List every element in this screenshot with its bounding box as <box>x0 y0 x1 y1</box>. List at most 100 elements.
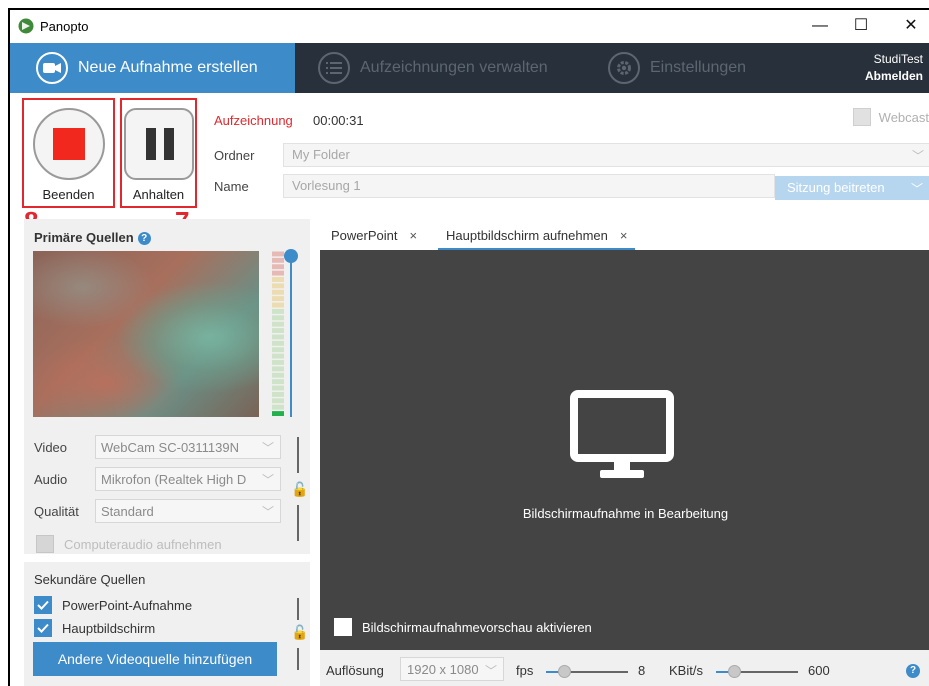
kbit-slider-track[interactable] <box>734 671 798 673</box>
add-video-source-button[interactable]: Andere Videoquelle hinzufügen <box>33 642 277 676</box>
title-bar: Panopto — ☐ ✕ <box>10 10 929 42</box>
audio-level-meter <box>272 251 284 416</box>
join-session-button[interactable]: Sitzung beitreten ﹀ <box>775 176 929 200</box>
nav-bar: Neue Aufnahme erstellen Aufzeichnungen v… <box>10 43 929 93</box>
app-title: Panopto <box>40 19 89 34</box>
webcast-checkbox[interactable] <box>852 108 871 126</box>
fps-slider-track[interactable] <box>564 671 628 673</box>
meter-cell <box>272 308 284 314</box>
meter-cell <box>272 411 284 416</box>
meter-cell <box>272 289 284 295</box>
join-session-label: Sitzung beitreten <box>787 180 885 195</box>
folder-select[interactable]: My Folder ﹀ <box>283 143 929 167</box>
capture-status: Bildschirmaufnahme in Bearbeitung <box>522 506 729 521</box>
meter-cell <box>272 372 284 378</box>
pause-label: Anhalten <box>132 187 185 202</box>
minimize-button[interactable]: — <box>805 14 835 38</box>
meter-cell <box>272 366 284 372</box>
capture-preview-toggle[interactable]: Bildschirmaufnahmevorschau aktivieren <box>334 618 592 636</box>
tab-close-icon[interactable]: × <box>409 228 417 243</box>
audio-gain-slider-track[interactable] <box>290 255 292 417</box>
help-icon[interactable]: ? <box>137 232 151 246</box>
link-line-top <box>297 598 299 620</box>
fps-value: 8 <box>638 663 646 678</box>
tab-label: PowerPoint <box>331 228 398 243</box>
capture-preview-label: Bildschirmaufnahmevorschau aktivieren <box>362 619 592 635</box>
maximize-button[interactable]: ☐ <box>846 14 876 38</box>
user-block: StudiTest Abmelden <box>865 51 923 85</box>
meter-cell <box>272 385 284 391</box>
chevron-down-icon: ﹀ <box>910 182 923 196</box>
checkmark-icon[interactable] <box>34 619 52 637</box>
lock-icon[interactable]: 🔓 <box>291 481 308 498</box>
meter-cell <box>272 257 284 263</box>
tab-powerpoint[interactable]: PowerPoint × <box>331 224 417 250</box>
video-source-select[interactable]: WebCam SC-0311139N ﹀ <box>95 435 281 459</box>
source-main-screen-row[interactable]: Hauptbildschirm <box>34 619 155 637</box>
kbit-label: KBit/s <box>669 663 703 678</box>
meter-cell <box>272 270 284 276</box>
nav-item-manage-recordings[interactable]: Aufzeichnungen verwalten <box>318 43 548 93</box>
folder-value: My Folder <box>292 147 350 162</box>
fps-label: fps <box>516 663 534 678</box>
nav-item-new-recording[interactable]: Neue Aufnahme erstellen <box>36 43 258 93</box>
primary-sources-title-text: Primäre Quellen <box>34 230 134 245</box>
logout-link[interactable]: Abmelden <box>865 68 923 85</box>
help-icon[interactable]: ? <box>906 664 920 678</box>
resolution-select[interactable]: 1920 x 1080 ﹀ <box>400 657 504 681</box>
pause-icon <box>123 108 194 180</box>
computer-audio-label: Computeraudio aufnehmen <box>64 536 222 552</box>
audio-source-select[interactable]: Mikrofon (Realtek High D ﹀ <box>95 467 281 491</box>
meter-cell <box>272 328 284 333</box>
kbit-value: 600 <box>808 663 830 678</box>
meter-cell <box>272 264 284 270</box>
chevron-down-icon: ﹀ <box>911 149 924 163</box>
list-icon <box>318 52 350 84</box>
nav-label: Aufzeichnungen verwalten <box>360 59 548 76</box>
fps-slider-thumb[interactable] <box>558 665 571 678</box>
tab-close-icon[interactable]: × <box>620 228 628 243</box>
checkmark-icon[interactable] <box>34 596 52 614</box>
meter-cell <box>272 302 284 308</box>
computer-audio-toggle[interactable]: Computeraudio aufnehmen <box>36 535 222 553</box>
source-powerpoint-row[interactable]: PowerPoint-Aufnahme <box>34 596 192 614</box>
tab-main-screen[interactable]: Hauptbildschirm aufnehmen × <box>437 224 636 250</box>
nav-item-settings[interactable]: Einstellungen <box>608 43 746 93</box>
source-main-screen-label: Hauptbildschirm <box>62 620 156 636</box>
meter-cell <box>272 347 284 353</box>
link-line-bottom <box>297 648 299 670</box>
video-label: Video <box>34 440 68 455</box>
audio-label: Audio <box>34 472 68 487</box>
webcast-label: Webcast <box>878 109 929 125</box>
secondary-sources-title: Sekundäre Quellen <box>34 572 146 587</box>
computer-audio-checkbox[interactable] <box>36 535 54 553</box>
chevron-down-icon: ﹀ <box>259 503 274 520</box>
panopto-logo-icon <box>18 18 34 34</box>
screen-capture-area: Bildschirmaufnahme in Bearbeitung Bildsc… <box>320 250 929 650</box>
secondary-sources-panel: Sekundäre Quellen PowerPoint-Aufnahme Ha… <box>24 562 310 686</box>
lock-icon[interactable]: 🔓 <box>291 624 308 641</box>
meter-cell <box>272 334 284 340</box>
meter-cell <box>272 360 284 365</box>
name-input[interactable]: Vorlesung 1 <box>283 174 775 198</box>
meter-cell <box>272 277 284 282</box>
pause-button[interactable]: Anhalten <box>120 98 197 208</box>
capture-settings-bar: Auflösung 1920 x 1080 ﹀ fps 8 KBit/s 600… <box>320 650 929 686</box>
source-tabs: PowerPoint × Hauptbildschirm aufnehmen × <box>320 224 929 250</box>
quality-value: Standard <box>101 504 154 519</box>
capture-preview-checkbox[interactable] <box>334 618 352 636</box>
meter-cell <box>272 404 284 410</box>
audio-source-value: Mikrofon (Realtek High D <box>101 472 247 487</box>
primary-sources-title: Primäre Quellen? <box>34 230 151 246</box>
quality-select[interactable]: Standard ﹀ <box>95 499 281 523</box>
kbit-slider-thumb[interactable] <box>728 665 741 678</box>
close-button[interactable]: ✕ <box>896 14 926 38</box>
webcast-toggle[interactable]: Webcast <box>852 108 929 126</box>
stop-icon <box>32 108 105 180</box>
name-label: Name <box>214 179 249 194</box>
folder-label: Ordner <box>214 148 255 163</box>
app-window: Panopto — ☐ ✕ Neue Aufnahme erstellen Au… <box>8 8 929 686</box>
stop-button[interactable]: Beenden <box>22 98 115 208</box>
link-line-top <box>297 437 299 473</box>
audio-gain-slider-thumb[interactable] <box>284 249 298 263</box>
